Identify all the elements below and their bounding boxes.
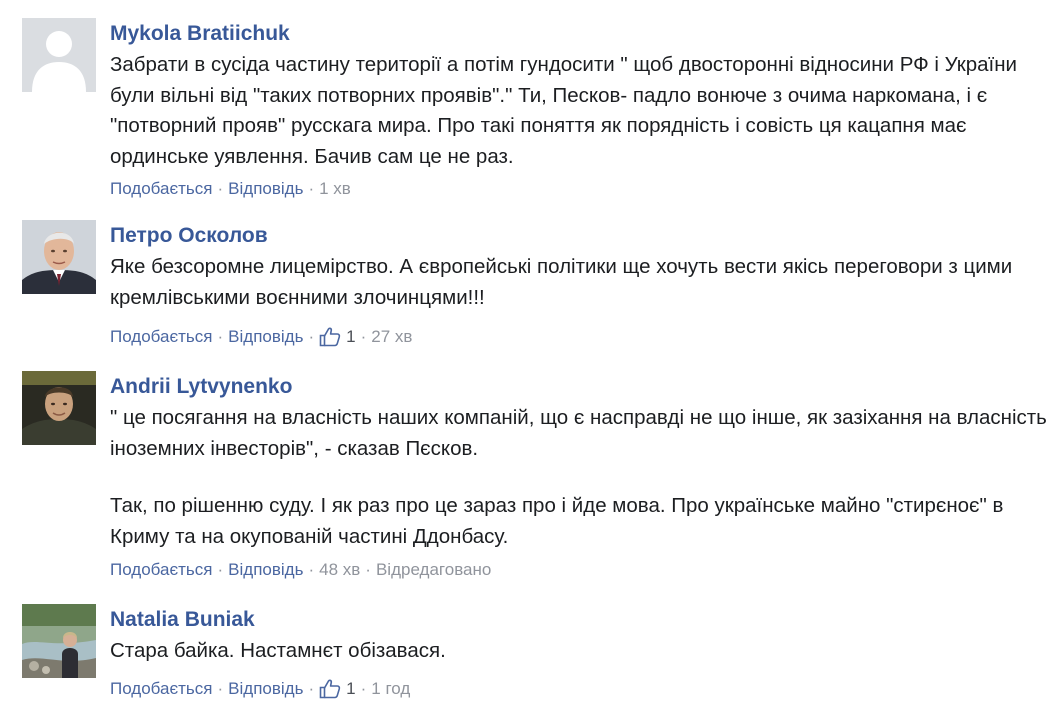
like-count-value: 1 xyxy=(346,678,356,698)
separator-dot: · xyxy=(308,560,315,579)
avatar[interactable] xyxy=(22,604,96,678)
reply-link[interactable]: Відповідь xyxy=(228,179,303,199)
comment-text: Яке безсоромне лицемірство. А європейськ… xyxy=(110,252,1050,313)
comment-paragraph: Яке безсоромне лицемірство. А європейськ… xyxy=(110,255,1013,309)
author-name[interactable]: Natalia Buniak xyxy=(110,608,1050,632)
timestamp[interactable]: 27 хв xyxy=(371,327,412,347)
separator-dot: · xyxy=(308,179,315,198)
comment-text: Стара байка. Настамнєт обізавася. xyxy=(110,636,1050,667)
comment-text: Забрати в сусіда частину території а пот… xyxy=(110,50,1050,172)
like-link[interactable]: Подобається xyxy=(110,179,213,199)
like-count[interactable]: 1 xyxy=(319,327,356,347)
avatar[interactable] xyxy=(22,18,96,92)
like-link[interactable]: Подобається xyxy=(110,560,213,580)
man-photo-dark-background xyxy=(22,371,96,445)
reply-link[interactable]: Відповідь xyxy=(228,679,303,699)
comment-paragraph: Стара байка. Настамнєт обізавася. xyxy=(110,639,446,662)
reply-link[interactable]: Відповідь xyxy=(228,560,303,580)
comment-content: Mykola Bratiichuk Забрати в сусіда части… xyxy=(110,18,1050,199)
timestamp[interactable]: 1 год xyxy=(371,679,410,699)
timestamp[interactable]: 1 хв xyxy=(319,179,351,199)
avatar[interactable] xyxy=(22,371,96,445)
comment-actions: Подобається · Відповідь · 48 хв · Відред… xyxy=(110,560,1050,580)
edited-label[interactable]: Відредаговано xyxy=(376,560,491,580)
comment-actions: Подобається · Відповідь · 1 · 1 год xyxy=(110,679,1050,699)
separator-dot: · xyxy=(217,678,224,698)
like-count[interactable]: 1 xyxy=(319,678,356,699)
like-link[interactable]: Подобається xyxy=(110,327,213,347)
separator-dot: · xyxy=(217,560,224,579)
separator-dot: · xyxy=(360,327,367,346)
separator-dot: · xyxy=(217,179,224,198)
comment-content: Andrii Lytvynenko " це посягання на влас… xyxy=(110,371,1050,580)
like-count-value: 1 xyxy=(346,327,356,346)
comment-paragraph: Забрати в сусіда частину території а пот… xyxy=(110,53,1018,168)
separator-dot: · xyxy=(308,678,315,698)
woman-by-river-photo xyxy=(22,604,96,678)
avatar[interactable] xyxy=(22,220,96,294)
separator-dot: · xyxy=(365,560,371,579)
comment-actions: Подобається · Відповідь · 1 хв xyxy=(110,179,1050,199)
thumbs-up-icon xyxy=(319,327,341,347)
comment-content: Петро Осколов Яке безсоромне лицемірство… xyxy=(110,220,1050,347)
thumbs-up-icon xyxy=(319,679,341,698)
comment-paragraph: " це посягання на власність наших компан… xyxy=(110,406,1047,460)
separator-dot: · xyxy=(308,327,315,346)
separator-dot: · xyxy=(360,678,367,698)
comment-content: Natalia Buniak Стара байка. Настамнєт об… xyxy=(110,604,1050,699)
comment-paragraph: Так, по рішенню суду. І як раз про це за… xyxy=(110,494,1004,548)
default-profile-silhouette-icon xyxy=(22,18,96,92)
comment-text: " це посягання на власність наших компан… xyxy=(110,403,1050,552)
separator-dot: · xyxy=(217,327,224,346)
like-link[interactable]: Подобається xyxy=(110,679,213,699)
author-name[interactable]: Andrii Lytvynenko xyxy=(110,375,1050,399)
author-name[interactable]: Mykola Bratiichuk xyxy=(110,22,1050,46)
timestamp[interactable]: 48 хв xyxy=(319,560,360,580)
reply-link[interactable]: Відповідь xyxy=(228,327,303,347)
comment-actions: Подобається · Відповідь · 1 · 27 хв xyxy=(110,327,1050,347)
author-name[interactable]: Петро Осколов xyxy=(110,224,1050,248)
elderly-man-photo xyxy=(22,220,96,294)
